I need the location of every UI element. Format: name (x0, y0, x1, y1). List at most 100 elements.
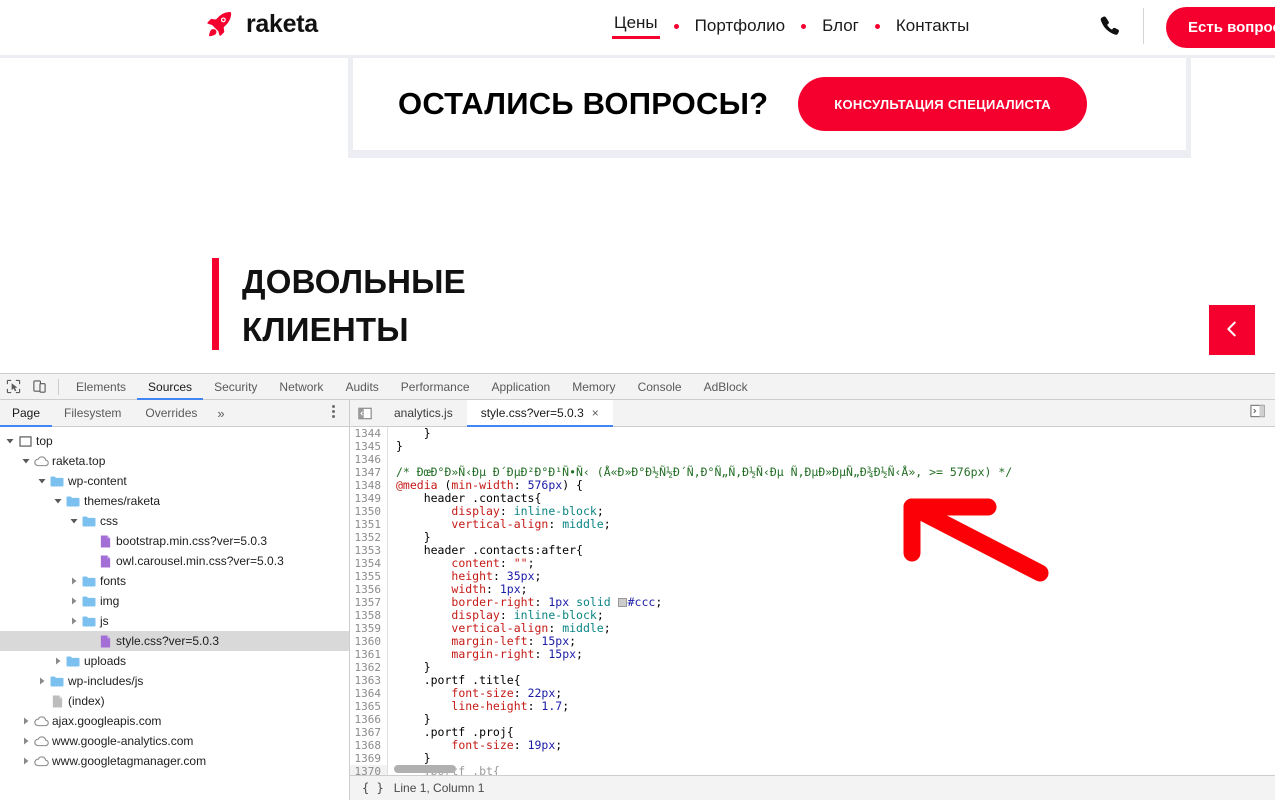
tree-item[interactable]: img (0, 591, 349, 611)
consultation-button[interactable]: КОНСУЛЬТАЦИЯ СПЕЦИАЛИСТА (798, 77, 1087, 131)
code-line: 1345} (350, 440, 1275, 453)
subtab-page[interactable]: Page (0, 400, 52, 427)
line-number[interactable]: 1353 (350, 544, 388, 557)
tree-item-label: js (100, 614, 109, 628)
line-number[interactable]: 1354 (350, 557, 388, 570)
tree-item[interactable]: wp-includes/js (0, 671, 349, 691)
line-number[interactable]: 1351 (350, 518, 388, 531)
expand-arrow-closed-icon[interactable] (36, 677, 48, 685)
line-number[interactable]: 1346 (350, 453, 388, 466)
line-number[interactable]: 1345 (350, 440, 388, 453)
expand-arrow-closed-icon[interactable] (20, 757, 32, 765)
tab-memory[interactable]: Memory (561, 374, 626, 400)
line-number[interactable]: 1362 (350, 661, 388, 674)
line-number[interactable]: 1366 (350, 713, 388, 726)
tree-item[interactable]: style.css?ver=5.0.3 (0, 631, 349, 651)
line-number[interactable]: 1352 (350, 531, 388, 544)
nav-link-portfolio[interactable]: Портфолио (693, 16, 787, 36)
line-number[interactable]: 1361 (350, 648, 388, 661)
expand-arrow-open-icon[interactable] (4, 437, 16, 445)
tree-item-label: owl.carousel.min.css?ver=5.0.3 (116, 554, 284, 568)
folder-icon (64, 495, 82, 507)
show-navigator-icon[interactable] (350, 407, 380, 420)
subtab-filesystem[interactable]: Filesystem (52, 400, 133, 427)
tree-item[interactable]: themes/raketa (0, 491, 349, 511)
expand-arrow-closed-icon[interactable] (68, 577, 80, 585)
editor-tab-analytics-js[interactable]: analytics.js (380, 400, 467, 427)
nav-link-blog[interactable]: Блог (820, 16, 861, 36)
tab-sources[interactable]: Sources (137, 374, 203, 400)
horizontal-scrollbar[interactable] (394, 765, 456, 773)
folder-icon (80, 575, 98, 587)
subtab-overrides[interactable]: Overrides (133, 400, 209, 427)
tree-item[interactable]: fonts (0, 571, 349, 591)
tree-item[interactable]: owl.carousel.min.css?ver=5.0.3 (0, 551, 349, 571)
line-number[interactable]: 1364 (350, 687, 388, 700)
line-number[interactable]: 1368 (350, 739, 388, 752)
tab-elements[interactable]: Elements (65, 374, 137, 400)
tree-item[interactable]: js (0, 611, 349, 631)
line-number[interactable]: 1365 (350, 700, 388, 713)
cta-questions-button[interactable]: Есть вопросы? (1166, 7, 1275, 48)
tree-item[interactable]: wp-content (0, 471, 349, 491)
code-line: 1370 .portf .bt{ (350, 765, 1275, 775)
nav-link-prices[interactable]: Цены (612, 13, 660, 39)
tree-item[interactable]: (index) (0, 691, 349, 711)
tree-item[interactable]: raketa.top (0, 451, 349, 471)
line-number[interactable]: 1344 (350, 427, 388, 440)
line-number[interactable]: 1356 (350, 583, 388, 596)
subtab-more-button[interactable]: » (209, 406, 232, 421)
tree-item[interactable]: bootstrap.min.css?ver=5.0.3 (0, 531, 349, 551)
tree-item[interactable]: www.google-analytics.com (0, 731, 349, 751)
format-code-icon[interactable]: { } (350, 781, 394, 795)
nav-link-contacts[interactable]: Контакты (894, 16, 971, 36)
expand-arrow-closed-icon[interactable] (20, 717, 32, 725)
expand-arrow-open-icon[interactable] (36, 477, 48, 485)
tab-application[interactable]: Application (481, 374, 562, 400)
tab-console[interactable]: Console (627, 374, 693, 400)
line-number[interactable]: 1348 (350, 479, 388, 492)
expand-arrow-closed-icon[interactable] (68, 597, 80, 605)
line-number[interactable]: 1359 (350, 622, 388, 635)
tab-performance[interactable]: Performance (390, 374, 481, 400)
expand-arrow-closed-icon[interactable] (20, 737, 32, 745)
tab-audits[interactable]: Audits (334, 374, 389, 400)
tree-item[interactable]: css (0, 511, 349, 531)
site-logo[interactable]: raketa (205, 9, 318, 39)
tab-network[interactable]: Network (268, 374, 334, 400)
device-toolbar-icon[interactable] (26, 375, 52, 399)
line-number[interactable]: 1369 (350, 752, 388, 765)
tab-adblock[interactable]: AdBlock (693, 374, 759, 400)
carousel-prev-button[interactable] (1209, 305, 1255, 355)
tree-item-label: top (36, 434, 53, 448)
expand-arrow-open-icon[interactable] (20, 457, 32, 465)
close-icon[interactable]: × (592, 406, 599, 420)
line-number[interactable]: 1367 (350, 726, 388, 739)
phone-icon[interactable] (1098, 13, 1124, 39)
kebab-menu-icon[interactable] (332, 405, 335, 418)
editor-tab-style-css[interactable]: style.css?ver=5.0.3 × (466, 399, 613, 427)
line-number[interactable]: 1350 (350, 505, 388, 518)
line-number[interactable]: 1360 (350, 635, 388, 648)
line-number[interactable]: 1347 (350, 466, 388, 479)
expand-arrow-closed-icon[interactable] (52, 657, 64, 665)
tab-security[interactable]: Security (203, 374, 268, 400)
tree-item[interactable]: www.googletagmanager.com (0, 751, 349, 771)
line-number[interactable]: 1363 (350, 674, 388, 687)
tree-item-label: themes/raketa (84, 494, 161, 508)
tree-item[interactable]: uploads (0, 651, 349, 671)
expand-arrow-open-icon[interactable] (68, 517, 80, 525)
line-number[interactable]: 1355 (350, 570, 388, 583)
line-number[interactable]: 1357 (350, 596, 388, 609)
line-number[interactable]: 1370 (350, 765, 388, 775)
tree-item-label: uploads (84, 654, 127, 668)
tree-item[interactable]: ajax.googleapis.com (0, 711, 349, 731)
tree-item[interactable]: top (0, 431, 349, 451)
expand-arrow-open-icon[interactable] (52, 497, 64, 505)
inspect-element-icon[interactable] (0, 375, 26, 399)
line-number[interactable]: 1349 (350, 492, 388, 505)
expand-arrow-closed-icon[interactable] (68, 617, 80, 625)
show-sidebar-icon[interactable] (1250, 404, 1265, 423)
code-editor[interactable]: 1344 } 1345} 1346 1347/* ÐœÐ°Ð»Ñ‹Ðµ Ð´ÐµÐ²Ð… (350, 427, 1275, 775)
line-number[interactable]: 1358 (350, 609, 388, 622)
